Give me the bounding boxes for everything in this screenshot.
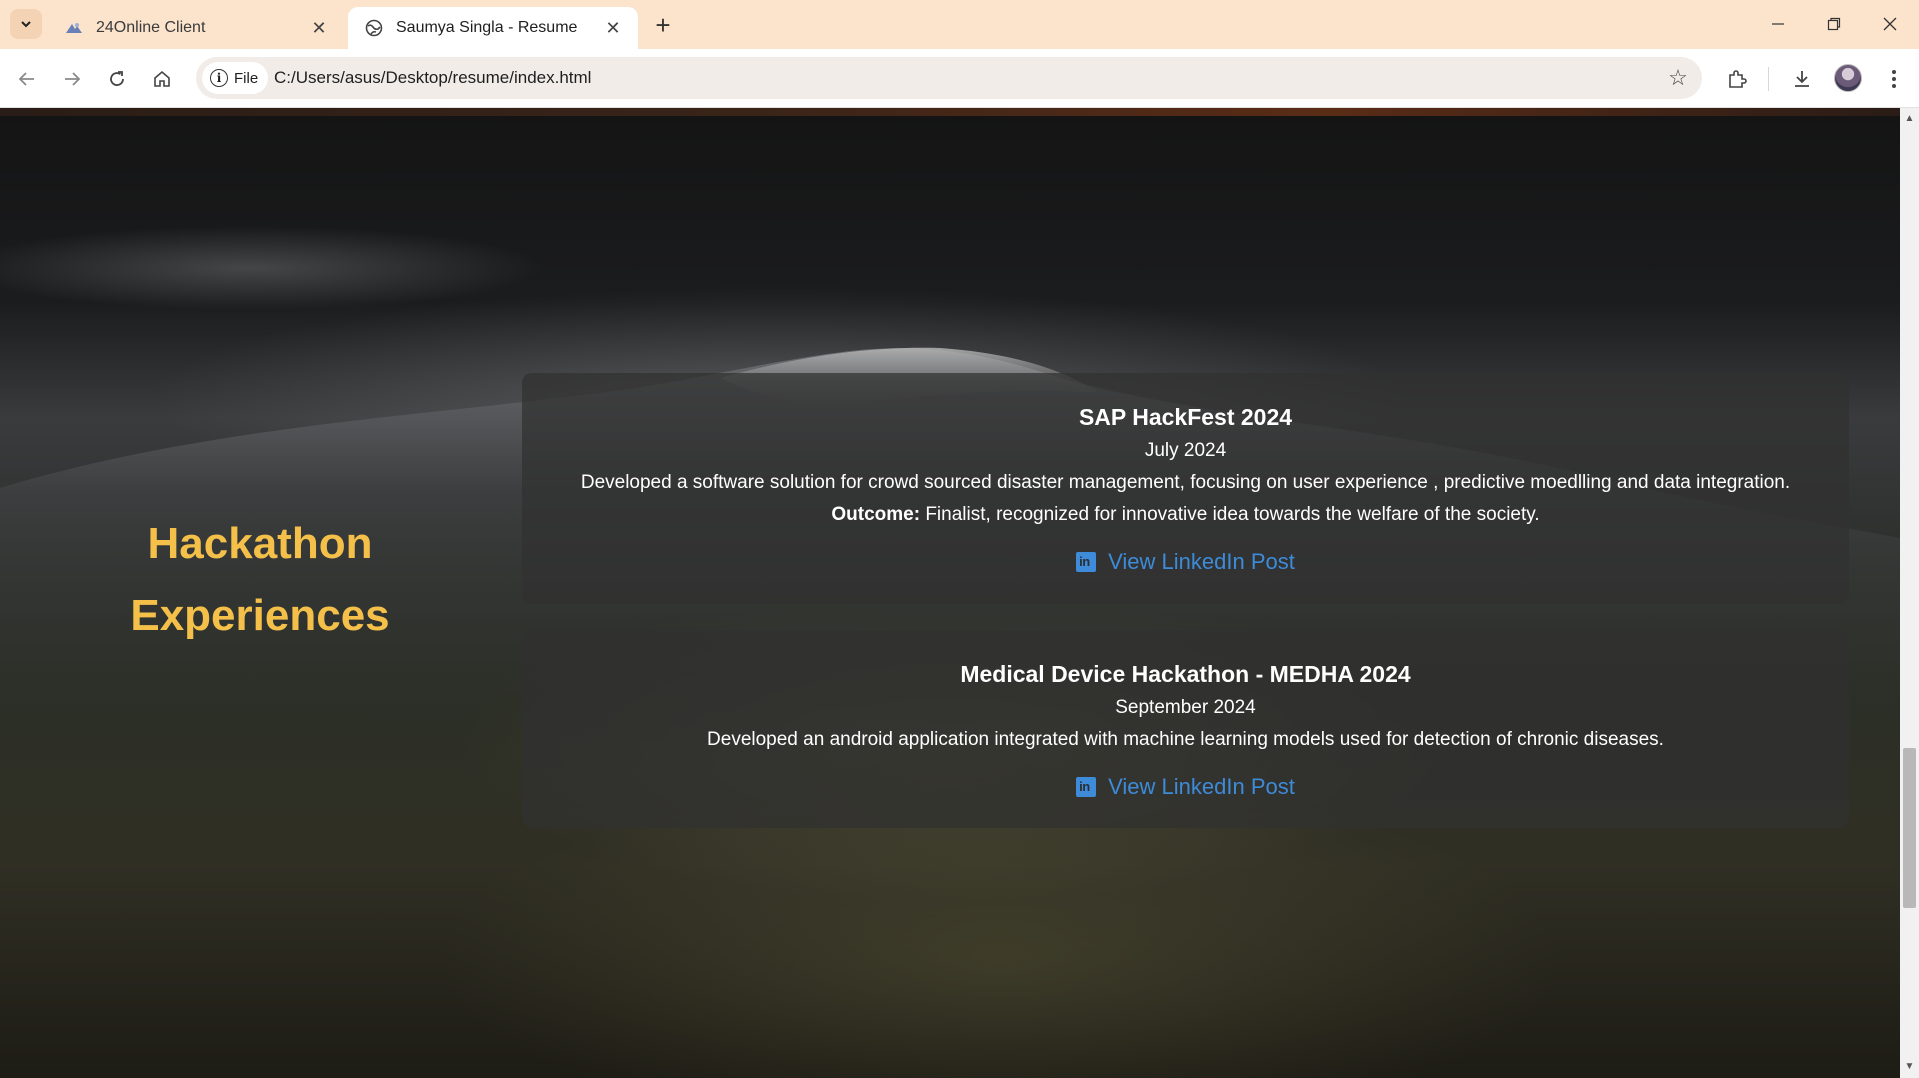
profile-avatar[interactable] [1834, 64, 1862, 92]
hackathon-description: Developed an android application integra… [707, 729, 1664, 750]
chevron-down-icon [21, 21, 31, 28]
hackathon-outcome: Outcome: Finalist, recognized for innova… [522, 503, 1849, 527]
forward-button[interactable] [55, 62, 89, 96]
outcome-label: Outcome: [831, 504, 921, 525]
scroll-down-arrow-icon[interactable]: ▼ [1904, 1062, 1915, 1072]
tab-24online-client[interactable]: 24Online Client ✕ [48, 7, 344, 49]
close-icon [1883, 17, 1897, 31]
hackathon-date: July 2024 [1144, 440, 1227, 461]
tab-strip: 24Online Client ✕ Saumya Singla - Resume… [0, 0, 1919, 49]
tab-title: 24Online Client [96, 19, 206, 36]
hackathon-title: SAP HackFest 2024 [1078, 404, 1293, 430]
minimize-icon [1772, 23, 1784, 25]
puzzle-icon [1729, 70, 1747, 88]
tab-title: Saumya Singla - Resume [396, 19, 578, 36]
url-text[interactable]: C:/Users/asus/Desktop/resume/index.html [274, 68, 591, 88]
hackathon-title: Medical Device Hackathon - MEDHA 2024 [960, 661, 1411, 687]
bookmark-star-icon[interactable]: ☆ [1666, 65, 1690, 90]
page-scrollbar[interactable]: ▲ ▼ [1900, 108, 1919, 1078]
tab-resume[interactable]: Saumya Singla - Resume ✕ [348, 7, 638, 49]
outcome-text: Finalist, recognized for innovative idea… [925, 504, 1540, 525]
hackathon-card: Medical Device Hackathon - MEDHA 2024 Se… [522, 630, 1849, 828]
hackathon-date: September 2024 [1115, 697, 1256, 718]
site-info-chip[interactable]: i File [202, 62, 269, 94]
link-label: View LinkedIn Post [1108, 549, 1295, 574]
arrow-left-icon [18, 72, 34, 86]
info-icon: i [210, 69, 228, 87]
close-tab-icon[interactable]: ✕ [602, 17, 624, 39]
section-title-line1: Hackathon [147, 519, 373, 568]
linkedin-post-link[interactable]: in View LinkedIn Post [1076, 774, 1295, 800]
close-tab-icon[interactable]: ✕ [308, 17, 330, 39]
tab-search-button[interactable] [10, 9, 42, 39]
download-icon [1795, 71, 1809, 87]
minimize-window-button[interactable] [1756, 8, 1800, 40]
24online-favicon [64, 18, 84, 38]
background-image-edge [0, 108, 1900, 116]
restore-icon [1827, 17, 1841, 31]
back-button[interactable] [10, 62, 44, 96]
extensions-button[interactable] [1720, 62, 1754, 96]
home-button[interactable] [145, 62, 179, 96]
arrow-right-icon [65, 72, 81, 86]
link-label: View LinkedIn Post [1108, 774, 1295, 799]
linkedin-icon: in [1076, 777, 1097, 797]
scrollbar-thumb[interactable] [1903, 748, 1916, 908]
kebab-menu-icon [1892, 70, 1896, 88]
browser-menu-button[interactable] [1877, 62, 1911, 96]
site-info-label: File [234, 69, 259, 87]
scroll-up-arrow-icon[interactable]: ▲ [1904, 114, 1915, 124]
toolbar-divider [1768, 67, 1769, 91]
new-tab-button[interactable]: + [648, 10, 678, 40]
reload-button[interactable] [100, 62, 134, 96]
reload-icon [110, 71, 124, 86]
section-title-line2: Experiences [130, 591, 390, 640]
close-window-button[interactable] [1868, 8, 1912, 40]
hackathon-description: Developed a software solution for crowd … [580, 472, 1791, 493]
section-title: Hackathon Experiences [60, 508, 460, 652]
linkedin-icon: in [1076, 552, 1097, 572]
address-bar[interactable]: i File C:/Users/asus/Desktop/resume/inde… [196, 57, 1702, 99]
browser-toolbar: i File C:/Users/asus/Desktop/resume/inde… [0, 49, 1919, 108]
hackathon-card: SAP HackFest 2024 July 2024 Developed a … [522, 373, 1849, 604]
home-icon [154, 70, 170, 87]
globe-icon [364, 18, 384, 38]
page-viewport: Hackathon Experiences SAP HackFest 2024 … [0, 108, 1900, 1078]
linkedin-post-link[interactable]: in View LinkedIn Post [1076, 549, 1295, 575]
downloads-button[interactable] [1785, 62, 1819, 96]
restore-window-button[interactable] [1812, 8, 1856, 40]
